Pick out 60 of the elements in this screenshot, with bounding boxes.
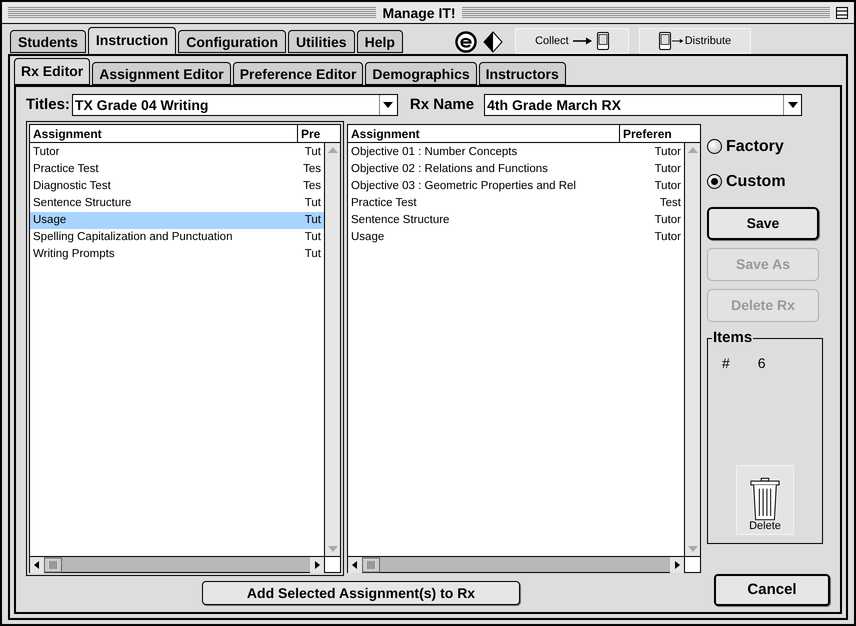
column-header[interactable]: Preferen — [620, 124, 700, 142]
collect-button[interactable]: Collect — [514, 28, 629, 54]
handheld-icon — [658, 32, 671, 50]
column-header[interactable]: Assignment — [30, 125, 298, 142]
list-row[interactable]: Sentence Structure Tutor — [348, 212, 684, 229]
list-row[interactable]: Objective 02 : Relations and Functions Tutor — [348, 161, 684, 178]
trash-can-icon — [749, 477, 781, 521]
sub-tab[interactable]: Demographics — [365, 62, 477, 85]
scroll-thumb-icon — [362, 556, 380, 572]
window-title: Manage IT! — [382, 6, 456, 20]
list-row[interactable]: Practice Test Tes — [30, 161, 324, 178]
handheld-icon — [596, 32, 609, 50]
vertical-scrollbar[interactable] — [324, 143, 340, 556]
tab[interactable]: Students — [10, 30, 86, 53]
rx-name-dropdown[interactable]: 4th Grade March RX — [484, 94, 802, 116]
distribute-button[interactable]: Distribute — [638, 28, 751, 54]
sub-tab[interactable]: Assignment Editor — [92, 62, 231, 85]
radio-button[interactable] — [707, 174, 722, 189]
tab[interactable]: Instruction — [88, 27, 176, 54]
list-row[interactable]: Objective 03 : Geometric Properties and Rel Tutor — [348, 178, 684, 195]
sub-tab[interactable]: Instructors — [478, 62, 566, 85]
horizontal-scrollbar[interactable] — [30, 556, 324, 572]
radio-button[interactable] — [707, 139, 722, 154]
titles-label: Titles: — [26, 94, 70, 115]
column-header[interactable]: Pre — [298, 124, 340, 142]
title-bar-stripes[interactable] — [8, 6, 376, 18]
list-row[interactable]: Sentence Structure Tut — [30, 195, 324, 212]
list-row[interactable]: Objective 01 : Number Concepts Tutor — [348, 144, 684, 161]
sub-tab[interactable]: Preference Editor — [232, 62, 364, 85]
cancel-button[interactable]: Cancel — [714, 574, 830, 606]
hash-label: # — [722, 354, 730, 373]
tab[interactable]: Configuration — [178, 30, 286, 53]
list-row[interactable]: Diagnostic Test Tes — [30, 178, 324, 195]
vertical-scrollbar[interactable] — [684, 143, 700, 556]
dropdown-caret-icon — [788, 102, 798, 108]
list-row[interactable]: Practice Test Test — [348, 195, 684, 212]
list-row[interactable]: Tutor Tut — [30, 144, 324, 161]
tab[interactable]: Utilities — [288, 30, 355, 53]
title-bar-stripes[interactable] — [462, 6, 830, 18]
tab[interactable]: Help — [356, 30, 403, 53]
titles-dropdown[interactable]: TX Grade 04 Writing — [72, 94, 398, 116]
sub-tab[interactable]: Rx Editor — [14, 58, 90, 85]
list-row[interactable]: Usage Tutor — [348, 229, 684, 246]
radio-label: Factory — [726, 136, 784, 156]
list-row[interactable]: Spelling Capitalization and Punctuation Tut — [30, 229, 324, 246]
radio-label: Custom — [726, 172, 786, 192]
action-button[interactable]: Save — [707, 207, 819, 240]
arrow-icon — [672, 36, 684, 46]
horizontal-scrollbar[interactable] — [348, 556, 684, 572]
list-row[interactable]: Usage Tut — [30, 212, 324, 229]
list-row[interactable]: Writing Prompts Tut — [30, 246, 324, 263]
add-to-rx-button[interactable]: Add Selected Assignment(s) to Rx — [202, 581, 520, 605]
item-count: 6 — [758, 354, 766, 373]
arrow-icon — [572, 36, 593, 46]
zoom-box-icon — [836, 6, 848, 18]
rx-name-label: Rx Name — [410, 94, 474, 115]
dropdown-caret-icon — [383, 102, 394, 108]
scroll-thumb-icon — [44, 556, 62, 572]
column-header[interactable]: Assignment — [348, 125, 620, 142]
delete-button[interactable]: Delete — [736, 465, 794, 535]
